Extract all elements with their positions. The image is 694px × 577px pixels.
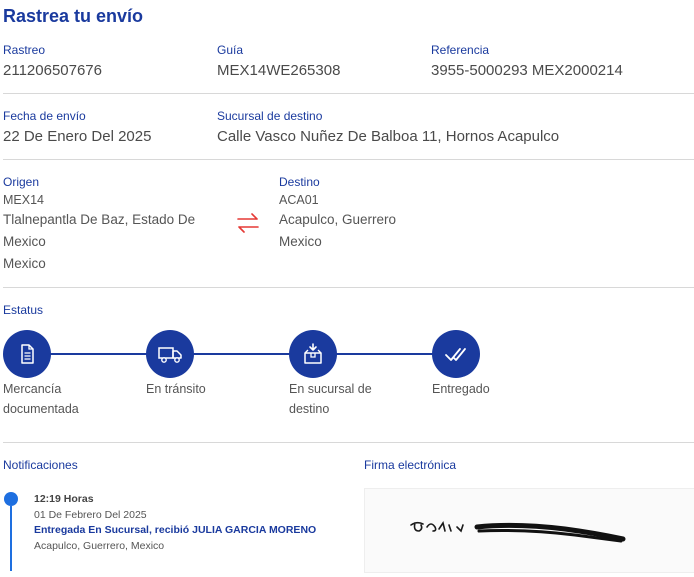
- origen-label: Origen: [3, 175, 40, 189]
- step-label-line: Mercancía: [3, 382, 62, 396]
- destino-code: ACA01: [279, 193, 319, 207]
- notificaciones-label: Notificaciones: [3, 458, 78, 472]
- divider: [3, 159, 694, 160]
- divider: [3, 93, 694, 94]
- step-in-transit-label: En tránsito: [146, 379, 206, 399]
- timeline-line: [10, 506, 12, 571]
- origen-code: MEX14: [3, 193, 44, 207]
- notification-time: 12:19 Horas: [34, 493, 94, 505]
- double-check-icon: [445, 348, 466, 361]
- fecha-envio-value: 22 De Enero Del 2025: [3, 128, 152, 145]
- notification-date: 01 De Febrero Del 2025: [34, 509, 147, 521]
- sucursal-destino-value: Calle Vasco Nuñez De Balboa 11, Hornos A…: [217, 128, 560, 145]
- timeline-dot: [4, 492, 18, 506]
- guia-value: MEX14WE265308: [217, 62, 341, 79]
- signature-image: [410, 521, 626, 543]
- step-label-line: documentada: [3, 402, 79, 416]
- step-delivered: [432, 330, 480, 378]
- truck-icon: [158, 347, 182, 363]
- document-icon: [21, 344, 34, 364]
- origen-line2: Mexico: [3, 234, 46, 249]
- notification-status: Entregada En Sucursal, recibió JULIA GAR…: [34, 524, 317, 536]
- destino-line1: Acapulco, Guerrero: [279, 212, 397, 227]
- signature-box: [364, 488, 694, 573]
- origen-line3: Mexico: [3, 256, 46, 271]
- step-label-line: Entregado: [432, 382, 490, 396]
- origen-line1: Tlalnepantla De Baz, Estado De: [3, 212, 196, 227]
- step-at-branch-label: En sucursal de destino: [289, 379, 372, 419]
- fecha-envio-label: Fecha de envío: [3, 109, 86, 123]
- notification-location: Acapulco, Guerrero, Mexico: [34, 540, 165, 552]
- referencia-value: 3955-5000293 MEX2000214: [431, 62, 623, 79]
- firma-label: Firma electrónica: [364, 458, 457, 472]
- page-title: Rastrea tu envío: [3, 6, 144, 26]
- rastreo-label: Rastreo: [3, 43, 46, 57]
- divider: [3, 442, 694, 443]
- rastreo-value: 211206507676: [3, 62, 102, 79]
- step-documented-label: Mercancía documentada: [3, 379, 79, 419]
- guia-label: Guía: [217, 43, 244, 57]
- referencia-label: Referencia: [431, 43, 490, 57]
- destino-label: Destino: [279, 175, 320, 189]
- step-label-line: En sucursal de: [289, 382, 372, 396]
- status-progress-line: [28, 353, 458, 355]
- step-in-transit: [146, 330, 194, 378]
- package-icon: [304, 343, 322, 364]
- step-label-line: En tránsito: [146, 382, 206, 396]
- divider: [3, 287, 694, 288]
- step-label-line: destino: [289, 402, 330, 416]
- swap-arrows-icon: [237, 213, 259, 233]
- step-at-branch: [289, 330, 337, 378]
- step-delivered-label: Entregado: [432, 379, 490, 399]
- destino-line2: Mexico: [279, 234, 322, 249]
- step-documented: [3, 330, 51, 378]
- sucursal-destino-label: Sucursal de destino: [217, 109, 323, 123]
- estatus-label: Estatus: [3, 303, 44, 317]
